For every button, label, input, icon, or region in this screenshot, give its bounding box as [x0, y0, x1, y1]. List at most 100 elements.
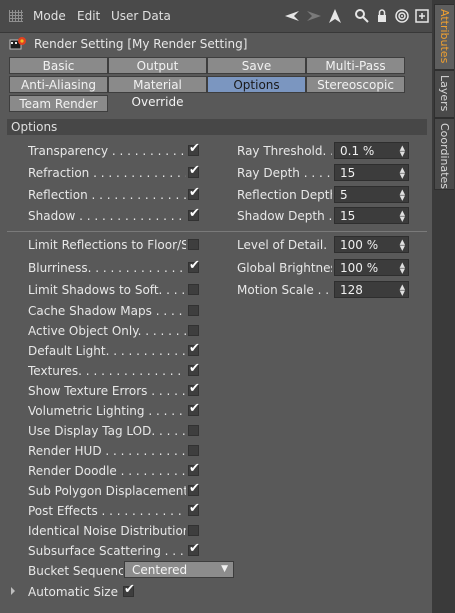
tab-output[interactable]: Output	[108, 57, 207, 74]
chevron-down-icon: ▼	[221, 564, 228, 574]
active-object-only-checkbox[interactable]	[188, 325, 199, 336]
side-tab-layers[interactable]: Layers	[434, 70, 454, 118]
tab-stereoscopic[interactable]: Stereoscopic	[306, 76, 405, 93]
global-brightness-field[interactable]: 100 % ▲ ▼	[334, 259, 409, 276]
checkmark-icon: ✔	[189, 501, 200, 516]
shadow-checkbox[interactable]: ✔	[188, 206, 200, 221]
motion-scale-value: 128	[340, 283, 363, 297]
checkmark-icon: ✔	[189, 541, 200, 556]
limit-shadows-checkbox[interactable]	[188, 284, 199, 295]
spinner-icon[interactable]: ▲ ▼	[400, 145, 405, 158]
shadow-depth-value: 15	[340, 209, 356, 223]
tab-options[interactable]: Options	[207, 76, 306, 93]
spinner-icon[interactable]: ▲ ▼	[400, 167, 405, 180]
textures-label: Textures. . . . . . . . . . . . . . . .	[28, 364, 186, 378]
checkmark-icon: ✔	[189, 206, 200, 221]
tab-multi-pass[interactable]: Multi-Pass	[306, 57, 405, 74]
cache-shadow-maps-checkbox[interactable]	[188, 305, 199, 316]
expand-triangle-icon[interactable]	[11, 587, 15, 595]
ray-threshold-label: Ray Threshold. . .	[237, 144, 332, 158]
section-title: Options	[11, 120, 58, 134]
checkmark-icon: ✔	[189, 461, 200, 476]
menu-bar: Mode Edit User Data	[0, 0, 432, 33]
limit-reflections-label: Limit Reflections to Floor/Sky	[28, 238, 186, 252]
back-arrow-icon[interactable]	[284, 8, 300, 24]
default-light-checkbox[interactable]: ✔	[188, 341, 200, 356]
show-texture-errors-checkbox[interactable]: ✔	[188, 381, 200, 396]
search-icon[interactable]	[354, 8, 370, 24]
limit-reflections-checkbox[interactable]	[188, 239, 199, 250]
level-of-detail-value: 100 %	[340, 238, 379, 252]
default-light-label: Default Light. . . . . . . . . . . . .	[28, 344, 186, 358]
spinner-icon[interactable]: ▲ ▼	[400, 189, 405, 202]
ray-depth-value: 15	[340, 166, 356, 180]
checkmark-icon: ✔	[189, 401, 200, 416]
shadow-label: Shadow . . . . . . . . . . . . . . . .	[28, 209, 186, 223]
ray-depth-field[interactable]: 15 ▲ ▼	[334, 164, 409, 181]
side-tab-strip: Attributes Layers Coordinates	[432, 0, 455, 613]
active-object-only-label: Active Object Only. . . . . . . . . .	[28, 324, 186, 338]
blurriness-label: Blurriness. . . . . . . . . . . . . .	[28, 261, 186, 275]
side-tab-attributes[interactable]: Attributes	[434, 4, 454, 70]
automatic-size-checkbox[interactable]: ✔	[123, 582, 135, 597]
menu-user-data[interactable]: User Data	[111, 9, 171, 23]
subsurface-scattering-checkbox[interactable]: ✔	[188, 541, 200, 556]
object-title-row: Render Setting [My Render Setting]	[0, 33, 432, 55]
identical-noise-distribution-checkbox[interactable]	[188, 525, 199, 536]
transparency-checkbox[interactable]: ✔	[188, 141, 200, 156]
motion-scale-label: Motion Scale . . . .	[237, 283, 332, 297]
target-icon[interactable]	[394, 8, 410, 24]
ray-threshold-field[interactable]: 0.1 % ▲ ▼	[334, 142, 409, 159]
grip-icon[interactable]	[9, 10, 23, 22]
shadow-depth-label: Shadow Depth . .	[237, 209, 332, 223]
show-texture-errors-label: Show Texture Errors . . . . . . . .	[28, 384, 186, 398]
forward-arrow-icon[interactable]	[306, 8, 322, 24]
tab-save[interactable]: Save	[207, 57, 306, 74]
textures-checkbox[interactable]: ✔	[188, 361, 200, 376]
volumetric-lighting-checkbox[interactable]: ✔	[188, 401, 200, 416]
reflection-depth-value: 5	[340, 188, 348, 202]
bucket-sequence-value: Centered	[132, 563, 188, 577]
spinner-icon[interactable]: ▲ ▼	[400, 262, 405, 275]
spinner-icon[interactable]: ▲ ▼	[400, 284, 405, 297]
side-tab-coordinates[interactable]: Coordinates	[434, 118, 454, 190]
use-display-tag-lod-checkbox[interactable]	[188, 425, 199, 436]
post-effects-checkbox[interactable]: ✔	[188, 501, 200, 516]
refraction-checkbox[interactable]: ✔	[188, 163, 200, 178]
render-doodle-checkbox[interactable]: ✔	[188, 461, 200, 476]
attribute-manager: Mode Edit User Data Render Setting [My R…	[0, 0, 432, 613]
new-panel-icon[interactable]	[414, 8, 430, 24]
checkmark-icon: ✔	[189, 381, 200, 396]
render-setting-icon	[9, 36, 27, 52]
spinner-icon[interactable]: ▲ ▼	[400, 210, 405, 223]
cache-shadow-maps-label: Cache Shadow Maps . . . . . . . .	[28, 304, 186, 318]
refraction-label: Refraction . . . . . . . . . . . . . .	[28, 166, 186, 180]
ray-depth-label: Ray Depth . . . . . .	[237, 166, 332, 180]
transparency-label: Transparency . . . . . . . . . . . .	[28, 144, 186, 158]
menu-mode[interactable]: Mode	[33, 9, 66, 23]
blurriness-checkbox[interactable]: ✔	[188, 258, 200, 273]
shadow-depth-field[interactable]: 15 ▲ ▼	[334, 207, 409, 224]
lock-icon[interactable]	[374, 8, 390, 24]
motion-scale-field[interactable]: 128 ▲ ▼	[334, 281, 409, 298]
checkmark-icon: ✔	[189, 141, 200, 156]
tab-team-render[interactable]: Team Render	[9, 95, 108, 112]
checkmark-icon: ✔	[189, 258, 200, 273]
section-header: Options	[7, 119, 427, 135]
menu-edit[interactable]: Edit	[77, 9, 100, 23]
checkmark-icon: ✔	[189, 361, 200, 376]
bucket-sequence-label: Bucket Sequence	[28, 564, 123, 578]
spinner-icon[interactable]: ▲ ▼	[400, 239, 405, 252]
level-of-detail-field[interactable]: 100 % ▲ ▼	[334, 236, 409, 253]
reflection-checkbox[interactable]: ✔	[188, 185, 200, 200]
sub-polygon-displacement-checkbox[interactable]: ✔	[188, 481, 200, 496]
identical-noise-distribution-label: Identical Noise Distribution . . .	[28, 524, 186, 538]
bucket-sequence-dropdown[interactable]: Centered ▼	[124, 561, 234, 578]
tab-material-override[interactable]: Material Override	[108, 76, 207, 109]
reflection-depth-field[interactable]: 5 ▲ ▼	[334, 186, 409, 203]
tab-anti-aliasing[interactable]: Anti-Aliasing	[9, 76, 108, 93]
tab-basic[interactable]: Basic	[9, 57, 108, 74]
up-arrow-icon[interactable]	[327, 8, 343, 24]
level-of-detail-label: Level of Detail. . . .	[237, 238, 332, 252]
render-hud-checkbox[interactable]	[188, 445, 199, 456]
